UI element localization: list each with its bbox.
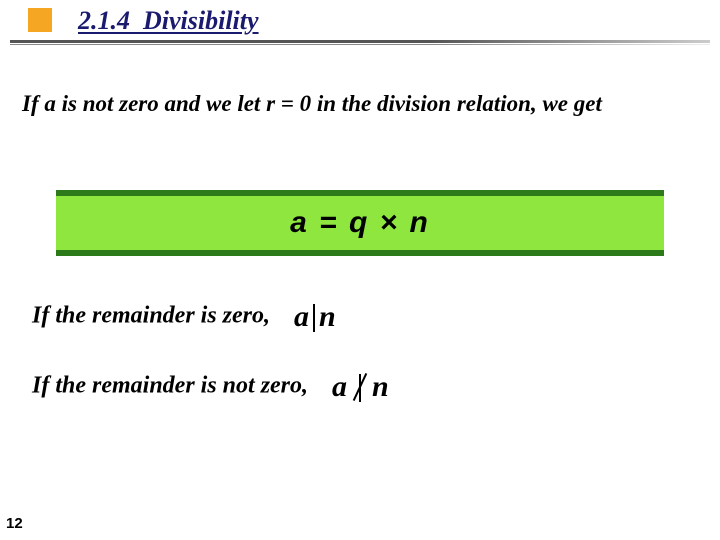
header-rule: [10, 40, 710, 43]
section-name: Divisibility: [143, 6, 259, 35]
page-number: 12: [6, 515, 23, 532]
header-rule-thin: [10, 44, 710, 45]
math-n-2: n: [372, 370, 389, 403]
math-n: n: [319, 300, 336, 333]
remainder-zero-line: If the remainder is zero, an: [32, 300, 692, 334]
section-title: 2.1.4 Divisibility: [78, 6, 259, 36]
divides-bar-icon: [313, 304, 315, 332]
equation-bottom-rule: [56, 250, 664, 256]
math-a: a: [294, 300, 309, 333]
remainder-nonzero-text: If the remainder is not zero,: [32, 373, 308, 399]
equation-text: a = q × n: [290, 206, 430, 239]
not-divides-symbol: [355, 370, 365, 404]
bullet-square-icon: [28, 8, 52, 32]
section-number: 2.1.4: [78, 6, 130, 35]
not-divides-notation: a n: [332, 370, 389, 404]
slide-header: 2.1.4 Divisibility: [0, 0, 720, 50]
intro-paragraph: If a is not zero and we let r = 0 in the…: [22, 88, 702, 119]
remainder-zero-text: If the remainder is zero,: [32, 303, 270, 329]
equation-body: a = q × n: [56, 196, 664, 250]
equation-box: a = q × n: [56, 190, 664, 256]
remainder-nonzero-line: If the remainder is not zero, a n: [32, 370, 692, 404]
math-a-2: a: [332, 370, 347, 403]
divides-notation: an: [294, 300, 336, 334]
